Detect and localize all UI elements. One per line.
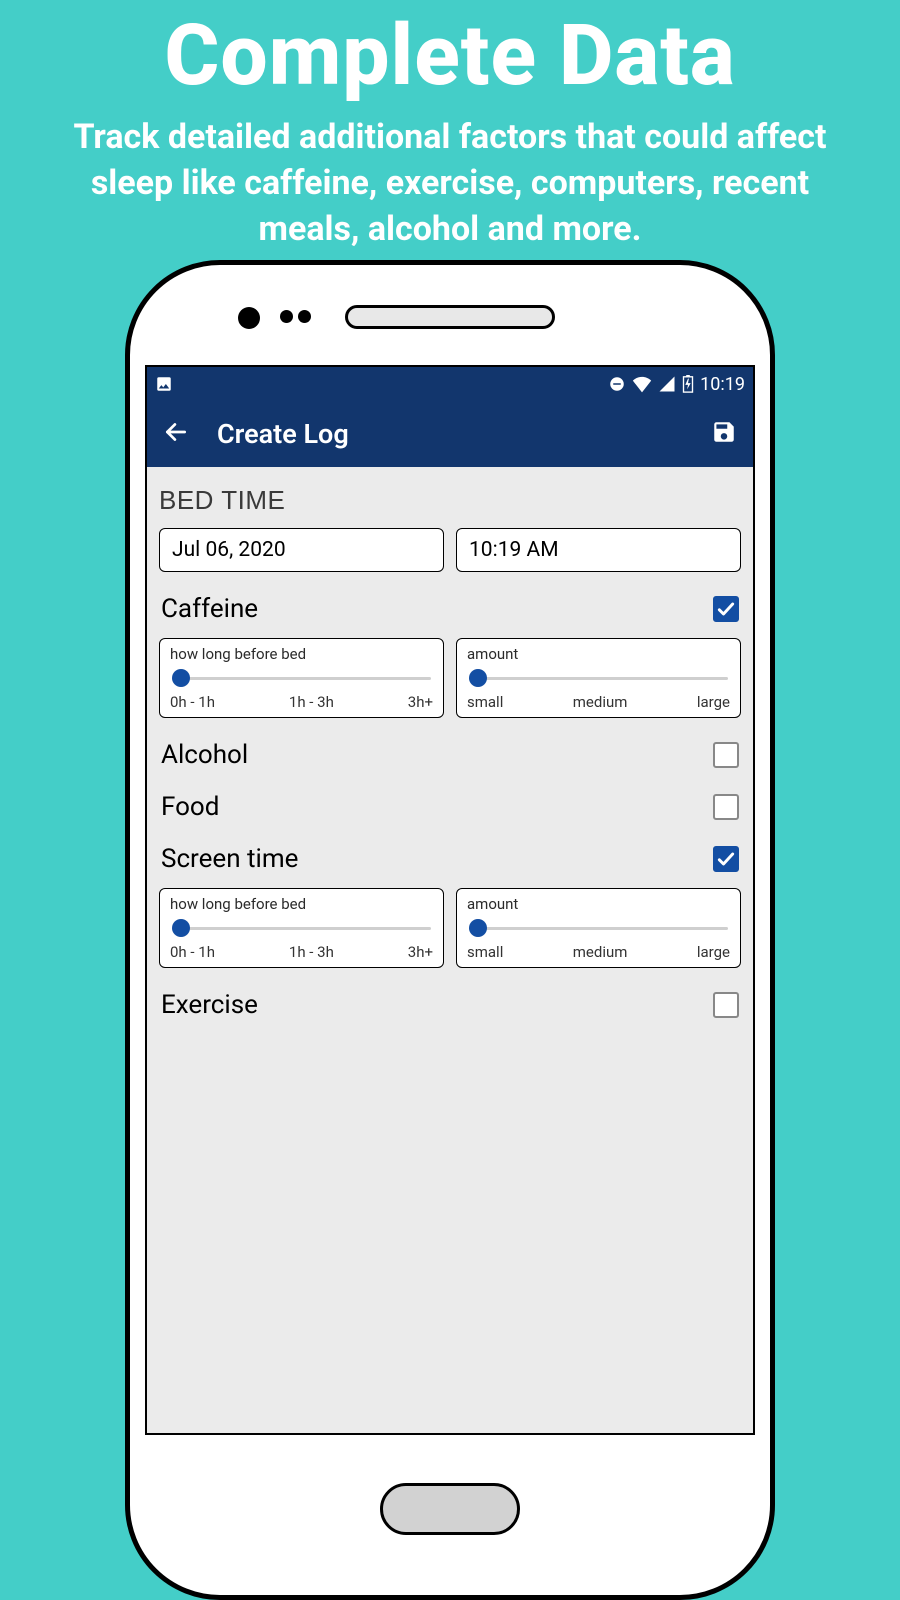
status-bar: 10:19 xyxy=(147,367,753,401)
dnd-icon xyxy=(608,375,626,393)
slider-tick: medium xyxy=(573,943,628,961)
phone-frame: 10:19 Create Log BED TIME Jul 06, 2020 1… xyxy=(125,260,775,1600)
promo-subhead: Track detailed additional factors that c… xyxy=(0,105,900,253)
slider-tick: 0h - 1h xyxy=(170,693,215,711)
slider-tick: medium xyxy=(573,693,628,711)
factor-food-label: Food xyxy=(161,792,219,822)
slider-title: how long before bed xyxy=(170,645,433,663)
signal-icon xyxy=(658,375,676,393)
slider-title: amount xyxy=(467,645,730,663)
factor-caffeine-checkbox[interactable] xyxy=(713,596,739,622)
picture-icon xyxy=(155,375,173,393)
slider-thumb-icon[interactable] xyxy=(172,669,190,687)
factor-exercise-checkbox[interactable] xyxy=(713,992,739,1018)
slider-tick: large xyxy=(697,943,730,961)
slider-thumb-icon[interactable] xyxy=(469,919,487,937)
bedtime-label: BED TIME xyxy=(159,485,741,516)
factor-screentime-label: Screen time xyxy=(161,844,298,874)
bedtime-time-field[interactable]: 10:19 AM xyxy=(456,528,741,572)
factor-alcohol-label: Alcohol xyxy=(161,740,248,770)
slider-tick: 1h - 3h xyxy=(289,693,334,711)
back-button[interactable] xyxy=(163,419,189,449)
slider-tick: 3h+ xyxy=(408,943,433,961)
caffeine-amount-slider[interactable]: amount small medium large xyxy=(456,638,741,718)
slider-thumb-icon[interactable] xyxy=(469,669,487,687)
screentime-amount-slider[interactable]: amount small medium large xyxy=(456,888,741,968)
screentime-duration-slider[interactable]: how long before bed 0h - 1h 1h - 3h 3h+ xyxy=(159,888,444,968)
bedtime-date-field[interactable]: Jul 06, 2020 xyxy=(159,528,444,572)
slider-tick: large xyxy=(697,693,730,711)
slider-tick: 3h+ xyxy=(408,693,433,711)
form-content: BED TIME Jul 06, 2020 10:19 AM Caffeine … xyxy=(147,467,753,1030)
slider-title: how long before bed xyxy=(170,895,433,913)
status-time: 10:19 xyxy=(700,374,745,395)
phone-speaker-icon xyxy=(345,305,555,329)
phone-camera-icon xyxy=(238,307,260,329)
caffeine-duration-slider[interactable]: how long before bed 0h - 1h 1h - 3h 3h+ xyxy=(159,638,444,718)
app-screen: 10:19 Create Log BED TIME Jul 06, 2020 1… xyxy=(145,365,755,1435)
app-bar-title: Create Log xyxy=(217,418,711,450)
promo-headline: Complete Data xyxy=(0,0,900,105)
slider-title: amount xyxy=(467,895,730,913)
wifi-icon xyxy=(632,375,652,393)
slider-tick: small xyxy=(467,943,503,961)
slider-tick: 0h - 1h xyxy=(170,943,215,961)
battery-charging-icon xyxy=(682,375,694,393)
slider-tick: 1h - 3h xyxy=(289,943,334,961)
factor-screentime-checkbox[interactable] xyxy=(713,846,739,872)
slider-thumb-icon[interactable] xyxy=(172,919,190,937)
phone-sensor-icon xyxy=(298,310,311,323)
app-bar: Create Log xyxy=(147,401,753,467)
save-button[interactable] xyxy=(711,419,737,449)
factor-exercise-label: Exercise xyxy=(161,990,258,1020)
slider-tick: small xyxy=(467,693,503,711)
factor-caffeine-label: Caffeine xyxy=(161,594,258,624)
factor-food-checkbox[interactable] xyxy=(713,794,739,820)
phone-home-button[interactable] xyxy=(380,1483,520,1535)
phone-sensor-icon xyxy=(280,310,293,323)
factor-alcohol-checkbox[interactable] xyxy=(713,742,739,768)
